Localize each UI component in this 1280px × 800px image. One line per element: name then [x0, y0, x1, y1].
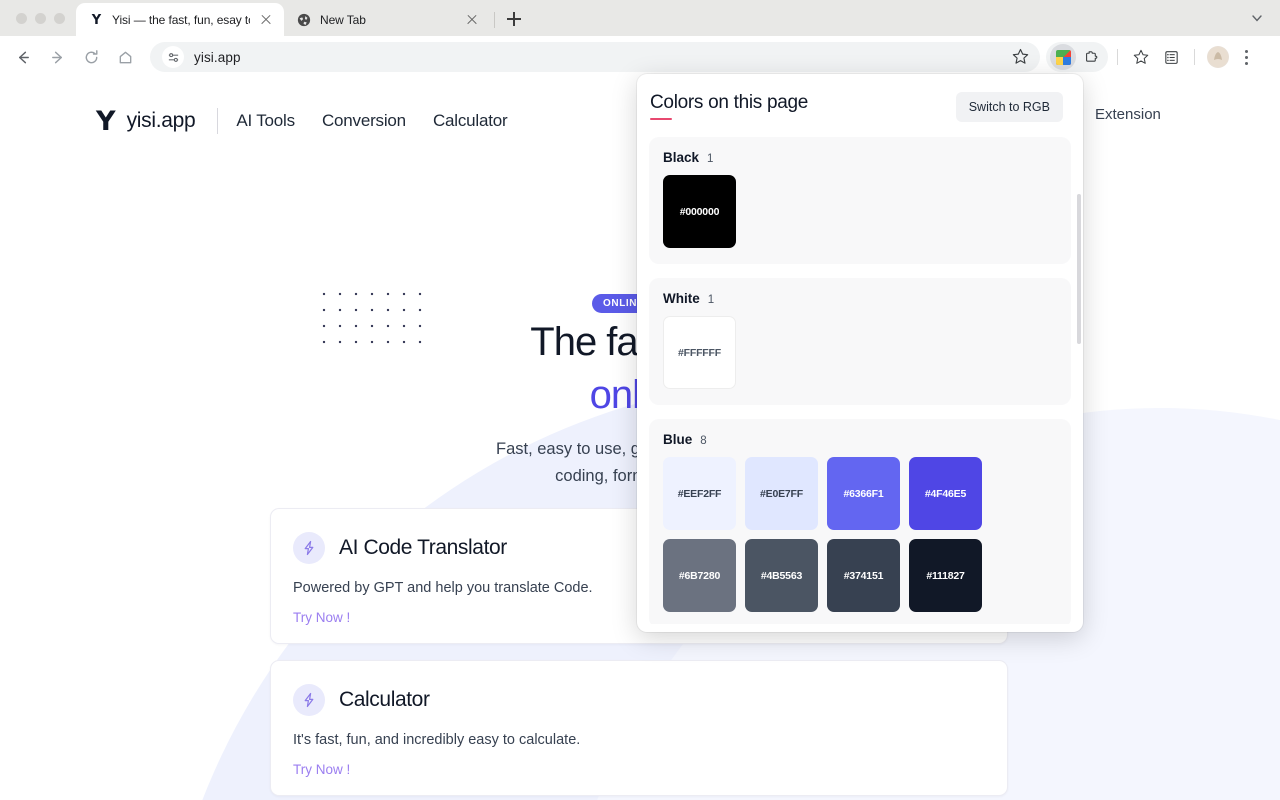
nav-links: AI Tools Conversion Calculator — [236, 111, 507, 131]
color-swatch[interactable]: #6B7280 — [663, 539, 736, 612]
toolbar-divider — [1117, 49, 1118, 65]
card-title: Calculator — [339, 688, 430, 711]
minimize-window-button[interactable] — [35, 13, 46, 24]
color-group-header: Black 1 — [663, 150, 1057, 165]
site-brand[interactable]: Y yisi.app — [96, 105, 196, 137]
color-group-header: Blue 8 — [663, 432, 1057, 447]
tab-divider — [494, 12, 495, 28]
new-tab-button[interactable] — [501, 6, 527, 32]
popup-color-groups[interactable]: Black 1 #000000 White 1 #FFFFFF Blue 8 #EEF2FF #E… — [637, 132, 1083, 624]
nav-link-ai-tools[interactable]: AI Tools — [236, 111, 295, 131]
extension-popup: Colors on this page Switch to RGB Black 1… — [637, 74, 1083, 632]
extensions-group — [1046, 42, 1108, 72]
card-title: AI Code Translator — [339, 536, 507, 559]
brand-name: yisi.app — [126, 109, 196, 132]
color-group-count: 1 — [707, 294, 715, 306]
forward-arrow-icon[interactable] — [42, 42, 72, 72]
color-group-black: Black 1 #000000 — [649, 137, 1071, 264]
tune-settings-icon[interactable] — [162, 46, 184, 68]
bookmark-manager-icon[interactable] — [1127, 43, 1155, 71]
close-window-button[interactable] — [16, 13, 27, 24]
brand-logo-icon: Y — [96, 105, 116, 137]
color-swatch[interactable]: #374151 — [827, 539, 900, 612]
color-swatch[interactable]: #111827 — [909, 539, 982, 612]
navigation-buttons — [0, 42, 140, 72]
switch-to-rgb-button[interactable]: Switch to RGB — [955, 92, 1063, 122]
extension-side-label: Extension — [1095, 106, 1161, 123]
popup-title: Colors on this page — [650, 92, 809, 120]
color-group-blue: Blue 8 #EEF2FF #E0E7FF #6366F1 #4F46E5 #6B7280… — [649, 419, 1071, 624]
card-calculator[interactable]: Calculator It's fast, fun, and incredibl… — [270, 660, 1008, 796]
address-bar[interactable]: yisi.app — [150, 42, 1040, 72]
url-text: yisi.app — [194, 49, 241, 65]
svg-text:Y: Y — [90, 13, 101, 26]
extension-swatch-glyph — [1055, 49, 1071, 65]
color-swatch[interactable]: #4B5563 — [745, 539, 818, 612]
toolbar-right-actions — [1046, 42, 1258, 72]
color-swatch-list: #FFFFFF — [663, 316, 1057, 389]
nav-link-calculator[interactable]: Calculator — [433, 111, 508, 131]
popup-title-wrap: Colors on this page — [650, 92, 809, 120]
nav-divider — [217, 108, 219, 134]
screen: Y Yisi — the fast, fun, esay to us New T… — [0, 0, 1280, 800]
bookmark-star-icon[interactable] — [1011, 47, 1030, 71]
reading-list-icon[interactable] — [1157, 43, 1185, 71]
lightning-bolt-icon — [293, 684, 325, 716]
window-traffic-lights[interactable] — [16, 13, 65, 24]
three-dot-menu-icon[interactable] — [1234, 43, 1258, 71]
color-swatch[interactable]: #EEF2FF — [663, 457, 736, 530]
card-cta-link[interactable]: Try Now ! — [293, 762, 350, 777]
tab-strip: Y Yisi — the fast, fun, esay to us New T… — [76, 3, 527, 36]
yisi-logo-icon: Y — [88, 12, 104, 28]
tab-title: New Tab — [320, 12, 366, 27]
color-swatch[interactable]: #6366F1 — [827, 457, 900, 530]
color-group-header: White 1 — [663, 291, 1057, 306]
toolbar-divider — [1194, 49, 1195, 65]
card-cta-link[interactable]: Try Now ! — [293, 610, 350, 625]
puzzle-piece-icon[interactable] — [1078, 44, 1104, 70]
color-group-name: Blue — [663, 432, 693, 447]
nav-link-conversion[interactable]: Conversion — [322, 111, 406, 131]
color-group-count: 1 — [707, 153, 714, 165]
globe-icon — [296, 12, 312, 28]
avatar-icon — [1207, 46, 1229, 68]
card-header: Calculator — [293, 684, 985, 716]
reload-icon[interactable] — [76, 42, 106, 72]
color-palette-extension-icon[interactable] — [1050, 44, 1076, 70]
close-tab-button[interactable] — [464, 12, 480, 28]
color-swatch[interactable]: #FFFFFF — [663, 316, 736, 389]
back-arrow-icon[interactable] — [8, 42, 38, 72]
close-tab-button[interactable] — [258, 12, 274, 28]
tab-yisi[interactable]: Y Yisi — the fast, fun, esay to us — [76, 3, 284, 36]
popup-header: Colors on this page Switch to RGB — [637, 74, 1083, 132]
color-group-white: White 1 #FFFFFF — [649, 278, 1071, 405]
color-swatch[interactable]: #4F46E5 — [909, 457, 982, 530]
card-description: It's fast, fun, and incredibly easy to c… — [293, 732, 581, 748]
tab-search-button[interactable] — [1244, 7, 1270, 29]
color-swatch[interactable]: #000000 — [663, 175, 736, 248]
color-swatch-list: #EEF2FF #E0E7FF #6366F1 #4F46E5 #6B7280 #4B55… — [663, 457, 1057, 612]
lightning-bolt-icon — [293, 532, 325, 564]
color-group-name: White — [663, 291, 700, 306]
color-group-name: Black — [663, 150, 700, 165]
tab-title: Yisi — the fast, fun, esay to us — [112, 12, 250, 27]
home-icon[interactable] — [110, 42, 140, 72]
popup-scrollbar[interactable] — [1077, 194, 1081, 344]
browser-toolbar: yisi.app — [0, 36, 1280, 78]
maximize-window-button[interactable] — [54, 13, 65, 24]
color-group-count: 8 — [700, 435, 707, 447]
color-swatch-list: #000000 — [663, 175, 1057, 248]
browser-tab-bar: Y Yisi — the fast, fun, esay to us New T… — [0, 0, 1280, 36]
color-swatch[interactable]: #E0E7FF — [745, 457, 818, 530]
tab-new-tab[interactable]: New Tab — [284, 3, 490, 36]
avatar[interactable] — [1204, 43, 1232, 71]
